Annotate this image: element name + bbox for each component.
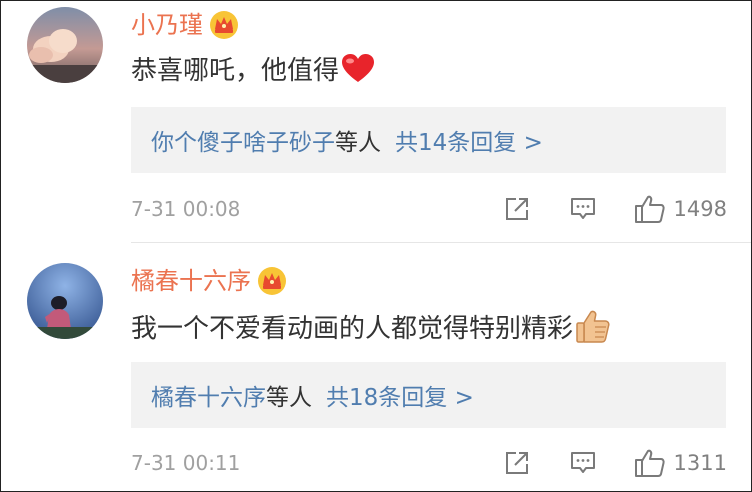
replies-summary[interactable]: 橘春十六序 等人 共18条回复 > — [131, 362, 726, 428]
avatar-image — [27, 263, 103, 339]
share-icon — [505, 198, 528, 220]
avatar-image — [27, 7, 103, 83]
comment-footer: 7-31 00:08 1498 — [131, 192, 727, 226]
comment-footer: 7-31 00:11 1311 — [131, 446, 727, 480]
thumbs-up-emoji-icon — [575, 310, 611, 348]
replies-summary[interactable]: 你个傻子啥子砂子 等人 共14条回复 > — [131, 107, 726, 173]
red-heart-icon — [341, 54, 375, 88]
comment-icon — [570, 452, 595, 473]
reply-middle-text: 等人 — [266, 385, 312, 411]
comment-button[interactable] — [568, 195, 598, 223]
comment-item: 小乃瑾 恭喜哪吒，他值得 你个傻子啥子砂子 等人 共14条回复 > 7-31 0… — [1, 1, 751, 242]
like-count: 1311 — [673, 451, 727, 475]
comment-button[interactable] — [568, 449, 598, 477]
reply-middle-text: 等人 — [335, 130, 381, 156]
username-row: 小乃瑾 — [131, 7, 239, 43]
like-button[interactable]: 1498 — [634, 194, 727, 224]
username-row: 橘春十六序 — [131, 263, 287, 299]
comment-time: 7-31 00:11 — [131, 451, 241, 475]
comment-time: 7-31 00:08 — [131, 197, 241, 221]
comment-text: 我一个不爱看动画的人都觉得特别精彩 — [131, 314, 574, 344]
comment-text-row: 恭喜哪吒，他值得 — [131, 51, 375, 91]
reply-count-link[interactable]: 共18条回复 > — [326, 378, 474, 412]
comment-text-row: 我一个不爱看动画的人都觉得特别精彩 — [131, 309, 611, 349]
like-button[interactable]: 1311 — [634, 448, 727, 478]
share-button[interactable] — [502, 195, 532, 223]
username[interactable]: 小乃瑾 — [131, 7, 203, 43]
share-button[interactable] — [502, 449, 532, 477]
crown-badge-icon — [257, 266, 287, 296]
comment-item: 橘春十六序 我一个不爱看动画的人都觉得特别精彩 橘春十六序 等人 共18条回复 … — [1, 243, 751, 491]
thumbs-up-icon — [634, 449, 665, 477]
reply-count-link[interactable]: 共14条回复 > — [395, 123, 543, 157]
avatar[interactable] — [27, 7, 103, 83]
comment-text: 恭喜哪吒，他值得 — [131, 56, 340, 86]
crown-badge-icon — [209, 10, 239, 40]
thumbs-up-icon — [634, 195, 665, 223]
reply-users[interactable]: 你个傻子啥子砂子 — [151, 123, 335, 157]
avatar[interactable] — [27, 263, 103, 339]
comment-list: 小乃瑾 恭喜哪吒，他值得 你个傻子啥子砂子 等人 共14条回复 > 7-31 0… — [0, 0, 752, 492]
like-count: 1498 — [673, 197, 727, 221]
reply-users[interactable]: 橘春十六序 — [151, 378, 266, 412]
share-icon — [505, 452, 528, 474]
username[interactable]: 橘春十六序 — [131, 263, 251, 299]
comment-icon — [570, 198, 595, 219]
